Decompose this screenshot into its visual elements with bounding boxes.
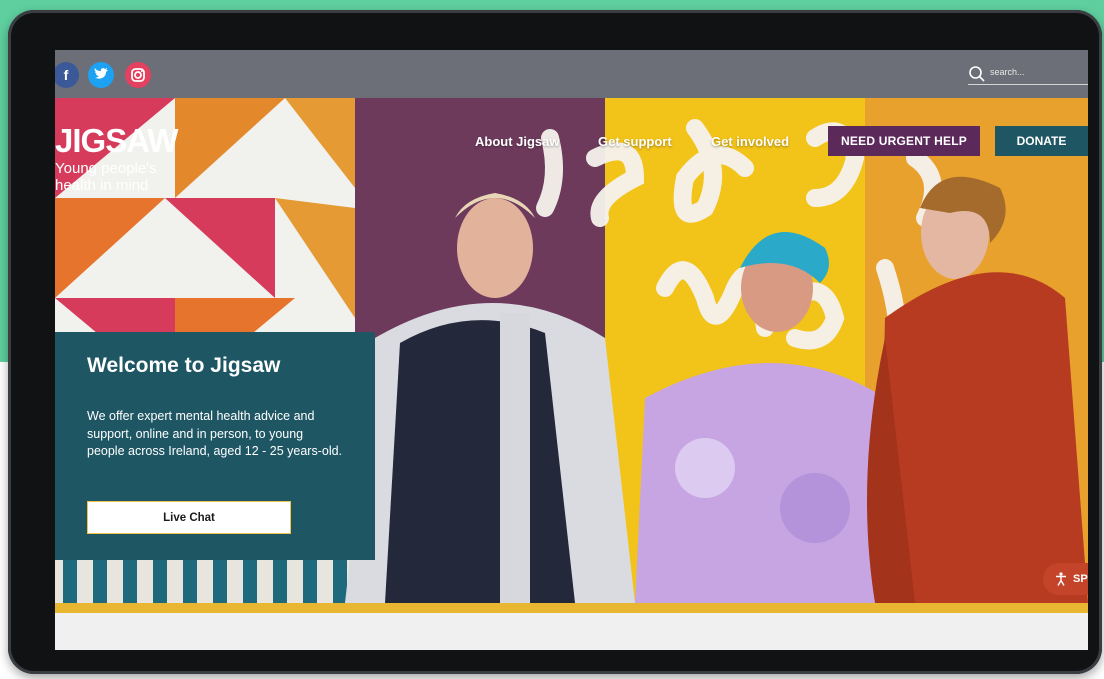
instagram-icon[interactable] <box>125 62 151 88</box>
live-chat-button[interactable]: Live Chat <box>87 501 291 534</box>
social-bar: f search... <box>55 50 1088 98</box>
accessibility-label: SP <box>1073 573 1088 585</box>
twitter-bird-glyph <box>94 68 108 79</box>
nav-get-support[interactable]: Get support <box>598 134 672 149</box>
content-area <box>55 613 1088 650</box>
hero-banner: JIGSAW Young people's health in mind Abo… <box>55 98 1088 603</box>
twitter-icon[interactable] <box>88 62 114 88</box>
accessibility-button[interactable]: SP <box>1043 563 1088 595</box>
accessibility-icon <box>1056 572 1066 586</box>
instagram-camera-glyph <box>131 68 145 82</box>
donate-button[interactable]: DONATE <box>995 126 1088 156</box>
website-screen: f search... JIGSAW Young people's health… <box>55 50 1088 650</box>
welcome-description: We offer expert mental health advice and… <box>87 409 343 458</box>
need-urgent-help-button[interactable]: NEED URGENT HELP <box>828 126 980 156</box>
search-input[interactable]: search... <box>990 67 1025 77</box>
gold-divider <box>55 603 1088 613</box>
jigsaw-logo[interactable]: JIGSAW Young people's health in mind <box>55 122 178 194</box>
facebook-glyph: f <box>63 67 69 83</box>
search-box[interactable]: search... <box>968 64 1088 85</box>
nav-get-involved[interactable]: Get involved <box>711 134 789 149</box>
logo-tagline: Young people's health in mind <box>55 160 157 194</box>
welcome-title: Welcome to Jigsaw <box>87 354 281 377</box>
laptop-frame: f search... JIGSAW Young people's health… <box>8 10 1102 674</box>
welcome-panel: Welcome to Jigsaw We offer expert mental… <box>55 332 375 560</box>
nav-about-jigsaw[interactable]: About Jigsaw <box>475 134 560 149</box>
search-icon <box>969 66 985 82</box>
logo-wordmark: JIGSAW <box>55 122 178 159</box>
facebook-icon[interactable]: f <box>55 62 79 88</box>
